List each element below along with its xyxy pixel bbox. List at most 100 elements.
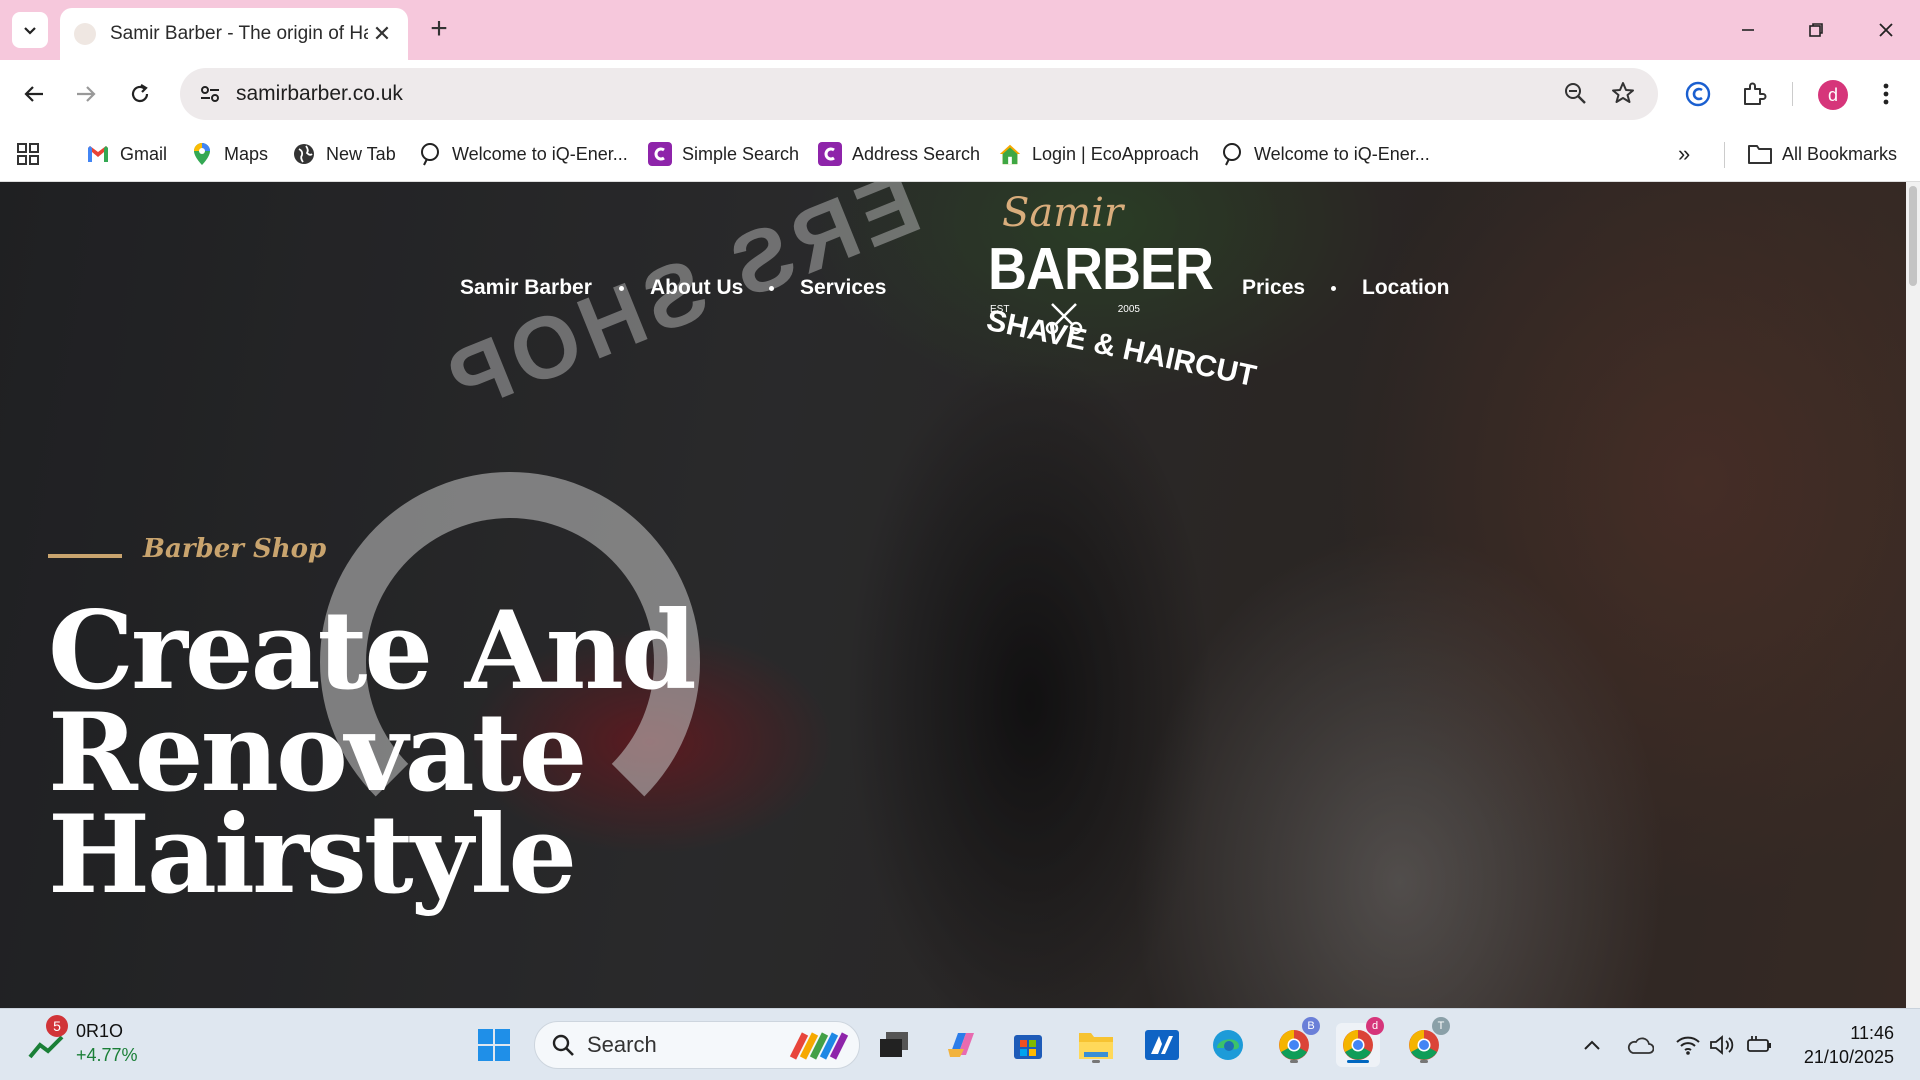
- storefront-window-lettering: ERS SHOP: [429, 182, 933, 433]
- chevron-up-icon: [1584, 1040, 1600, 1050]
- close-icon: [1879, 23, 1893, 37]
- microsoft-store-button[interactable]: [1006, 1023, 1050, 1067]
- c-logo-icon: [818, 142, 842, 166]
- c-logo-icon: [648, 142, 672, 166]
- notification-badge: 5: [46, 1015, 68, 1037]
- extension-c-icon[interactable]: [1678, 74, 1718, 114]
- gmail-icon: [86, 142, 110, 166]
- task-view-icon: [880, 1032, 908, 1057]
- taskbar-search[interactable]: Search: [534, 1021, 860, 1069]
- bookmark-star-icon[interactable]: [1610, 80, 1636, 111]
- tab-title: Samir Barber - The origin of Hai: [110, 23, 368, 44]
- windows-logo-icon: [478, 1029, 510, 1061]
- all-bookmarks-button[interactable]: All Bookmarks: [1748, 138, 1897, 170]
- bookmark-maps[interactable]: Maps: [190, 138, 268, 170]
- bookmark-iq-energy-2[interactable]: Welcome to iQ-Ener...: [1220, 138, 1430, 170]
- chrome-profile-t-button[interactable]: T: [1402, 1017, 1450, 1067]
- task-view-button[interactable]: [872, 1023, 916, 1067]
- arrow-right-icon: [77, 86, 96, 102]
- tab-search-button[interactable]: [12, 12, 48, 48]
- copilot-icon: [948, 1033, 974, 1057]
- nav-link-home[interactable]: Samir Barber: [460, 276, 592, 300]
- close-window-button[interactable]: [1864, 12, 1908, 48]
- nav-link-services[interactable]: Services: [800, 276, 886, 300]
- nav-link-about[interactable]: About Us: [650, 276, 743, 300]
- iq-energy-icon: [1220, 142, 1244, 166]
- minimize-icon: [1742, 29, 1754, 31]
- house-icon: [998, 142, 1022, 166]
- show-hidden-icons-button[interactable]: [1576, 1029, 1608, 1061]
- zoom-icon[interactable]: [1562, 80, 1588, 111]
- hero-section: ERS SHOP Samir Barber About Us Services …: [0, 182, 1906, 1008]
- globe-icon: [292, 142, 316, 166]
- file-explorer-button[interactable]: [1074, 1023, 1118, 1067]
- onedrive-icon[interactable]: [1624, 1029, 1656, 1061]
- search-highlight-icon: [789, 1032, 849, 1060]
- wifi-icon[interactable]: [1672, 1029, 1704, 1061]
- system-clock[interactable]: 11:46 21/10/2025: [1804, 1021, 1894, 1069]
- chrome-profile-b-button[interactable]: B: [1272, 1017, 1320, 1067]
- search-icon: [552, 1034, 574, 1056]
- profile-badge: d: [1366, 1017, 1384, 1035]
- tab-strip: Samir Barber - The origin of Hai ✕ +: [0, 0, 1920, 60]
- bookmark-new-tab[interactable]: New Tab: [292, 138, 396, 170]
- nav-link-location[interactable]: Location: [1362, 276, 1450, 300]
- url-text[interactable]: samirbarber.co.uk: [236, 82, 403, 106]
- bookmark-ecoapproach[interactable]: Login | EcoApproach: [998, 138, 1199, 170]
- bookmark-simple-search[interactable]: Simple Search: [648, 138, 799, 170]
- start-button[interactable]: [472, 1023, 516, 1067]
- edge-icon: [1213, 1030, 1243, 1060]
- stock-name: 0R1O: [76, 1021, 124, 1041]
- bookmarks-overflow-button[interactable]: »: [1678, 138, 1690, 170]
- apps-button[interactable]: [16, 138, 40, 170]
- back-button[interactable]: [14, 74, 54, 114]
- hero-eyebrow: Barber Shop: [143, 534, 327, 564]
- profile-badge: B: [1302, 1017, 1320, 1035]
- logo-wordmark: BARBER: [988, 236, 1214, 302]
- page-scrollbar[interactable]: [1906, 182, 1920, 1008]
- scrollbar-thumb[interactable]: [1909, 186, 1917, 286]
- logo-script: Samir: [1002, 190, 1124, 236]
- arrow-left-icon: [24, 86, 43, 102]
- forward-button[interactable]: [66, 74, 106, 114]
- minimize-button[interactable]: [1726, 12, 1770, 48]
- extensions-puzzle-icon[interactable]: [1734, 74, 1774, 114]
- new-tab-button[interactable]: +: [424, 14, 454, 44]
- maps-pin-icon: [190, 142, 214, 166]
- more-menu-icon[interactable]: [1866, 74, 1906, 114]
- clock-date: 21/10/2025: [1803, 1047, 1894, 1067]
- nav-link-prices[interactable]: Prices: [1242, 276, 1305, 300]
- bookmark-iq-energy-1[interactable]: Welcome to iQ-Ener...: [418, 138, 628, 170]
- close-tab-icon[interactable]: ✕: [370, 21, 394, 47]
- nav-separator: [619, 286, 624, 291]
- profile-avatar[interactable]: d: [1818, 80, 1848, 110]
- browser-toolbar: samirbarber.co.uk d: [0, 60, 1920, 128]
- toolbar-divider: [1792, 82, 1793, 106]
- logo-tagline: SHAVE & HAIRCUT: [983, 303, 1259, 394]
- volume-icon[interactable]: [1706, 1029, 1738, 1061]
- site-info-icon[interactable]: [194, 78, 226, 110]
- address-bar[interactable]: samirbarber.co.uk: [180, 68, 1658, 120]
- bookmark-address-search[interactable]: Address Search: [818, 138, 980, 170]
- site-favicon-icon: [74, 23, 96, 45]
- reload-icon: [131, 84, 149, 103]
- bookmark-gmail[interactable]: Gmail: [86, 138, 167, 170]
- folder-icon: [1079, 1033, 1113, 1059]
- running-indicator: [1290, 1060, 1298, 1063]
- copilot-button[interactable]: [940, 1023, 984, 1067]
- windows-taskbar: 5 0R1O +4.77% Search B d T 11:46 21/10/2…: [0, 1008, 1920, 1080]
- site-logo[interactable]: Samir BARBER EST 2005 SHAVE & HAIRCUT: [980, 182, 1259, 402]
- chevron-down-icon: [24, 27, 36, 35]
- nav-separator: [769, 286, 774, 291]
- battery-icon[interactable]: [1744, 1029, 1776, 1061]
- browser-tab[interactable]: Samir Barber - The origin of Hai ✕: [60, 8, 408, 60]
- app-pinned-button[interactable]: [1140, 1023, 1184, 1067]
- reload-button[interactable]: [120, 74, 160, 114]
- logo-year: 2005: [1117, 304, 1140, 315]
- apps-grid-icon: [17, 143, 39, 165]
- chrome-profile-d-button[interactable]: d: [1336, 1017, 1384, 1067]
- restore-button[interactable]: [1794, 12, 1838, 48]
- profile-badge: T: [1432, 1017, 1450, 1035]
- bookmarks-divider: [1724, 142, 1725, 168]
- edge-button[interactable]: [1206, 1023, 1250, 1067]
